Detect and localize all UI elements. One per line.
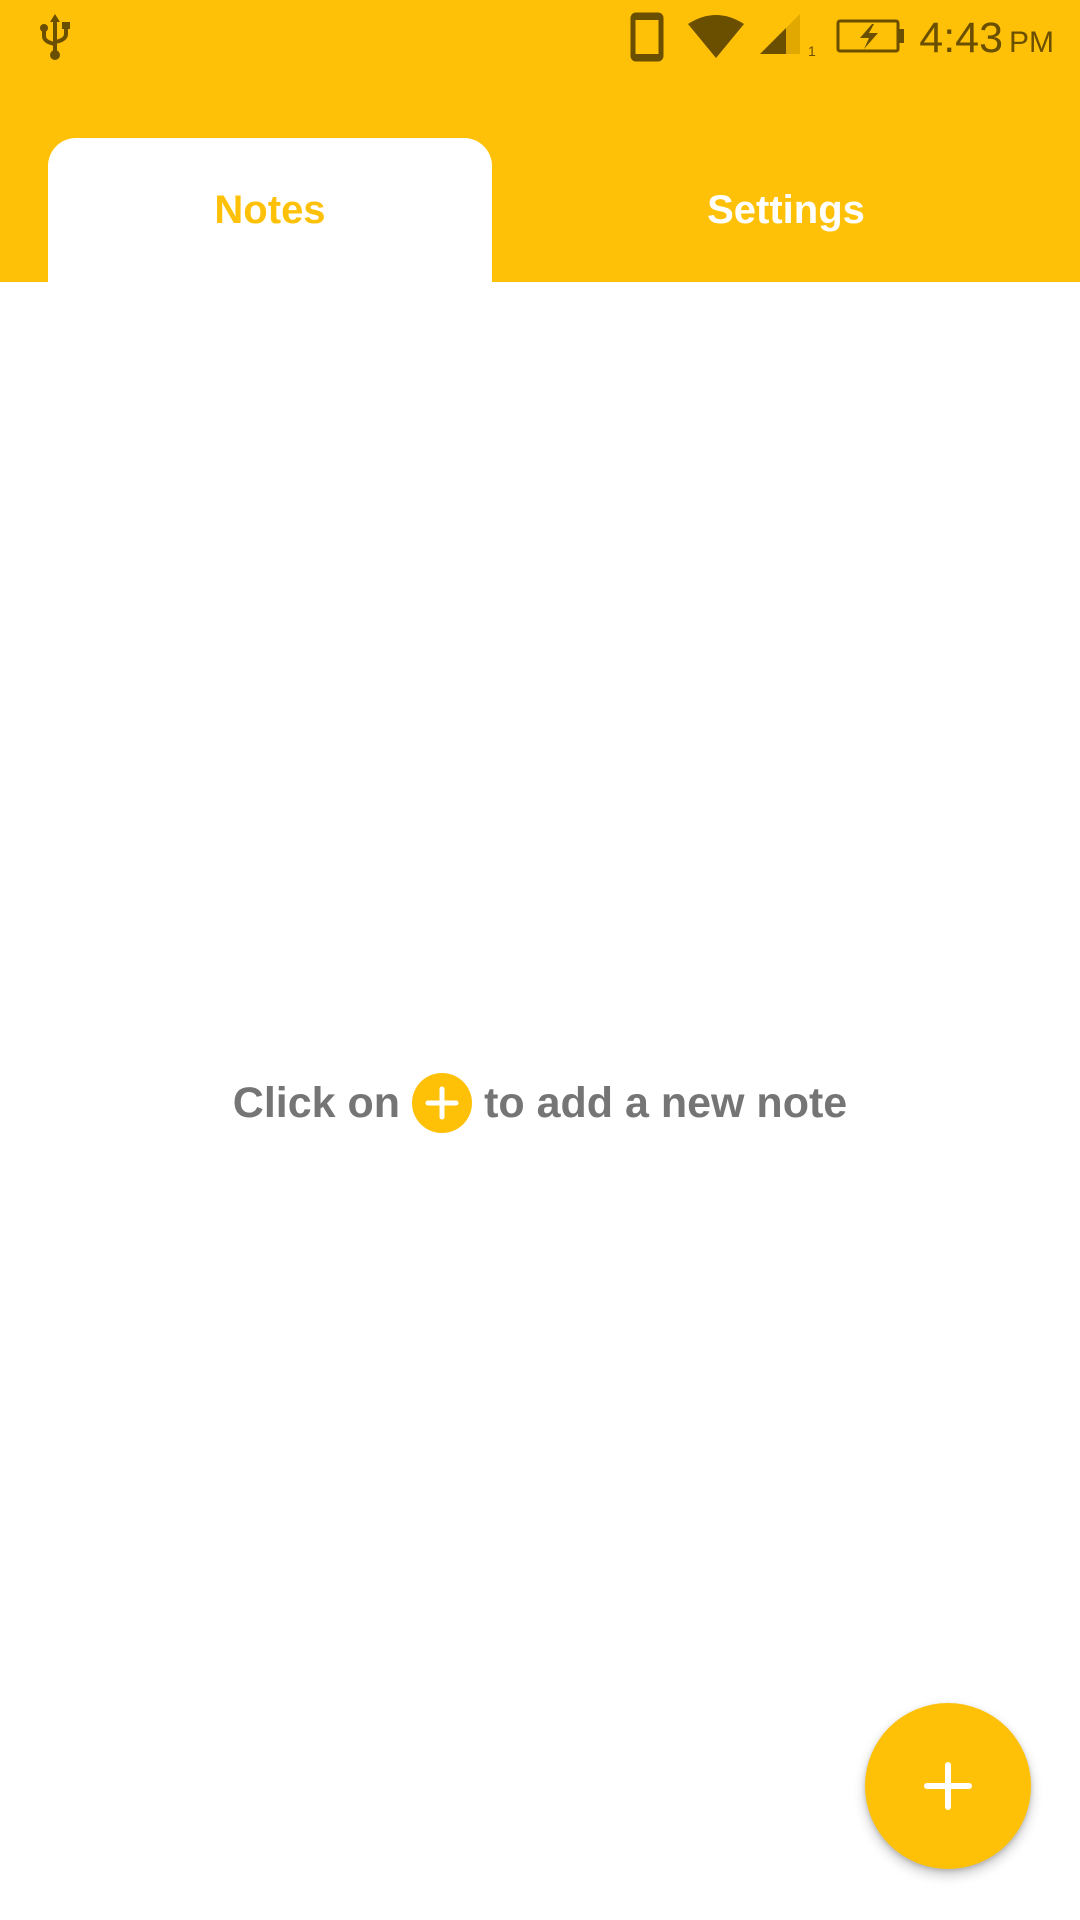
add-note-button[interactable] (865, 1703, 1031, 1869)
clock-time: 4:43 (919, 14, 1003, 62)
status-clock: 4:43 PM (919, 10, 1054, 66)
phone-icon (630, 12, 664, 62)
app-header: 1 4:43 PM Notes Settings (0, 0, 1080, 282)
plus-icon (924, 1762, 972, 1810)
wifi-icon (688, 15, 744, 58)
hint-prefix: Click on (232, 1078, 401, 1127)
tab-settings[interactable]: Settings (492, 138, 1080, 282)
signal-icon: 1 (760, 14, 816, 58)
status-bar: 1 4:43 PM (0, 0, 1080, 75)
sim-slot-label: 1 (808, 43, 816, 58)
empty-notes-hint: Click on to add a new note (0, 1070, 1080, 1136)
tab-notes-label: Notes (214, 187, 326, 232)
battery-charging-icon (836, 19, 904, 53)
add-circle-icon (412, 1073, 473, 1133)
hint-suffix: to add a new note (484, 1078, 848, 1127)
tab-settings-label: Settings (707, 187, 865, 232)
clock-meridiem: PM (1009, 26, 1054, 59)
usb-icon (40, 14, 70, 60)
tab-notes[interactable]: Notes (48, 138, 492, 282)
